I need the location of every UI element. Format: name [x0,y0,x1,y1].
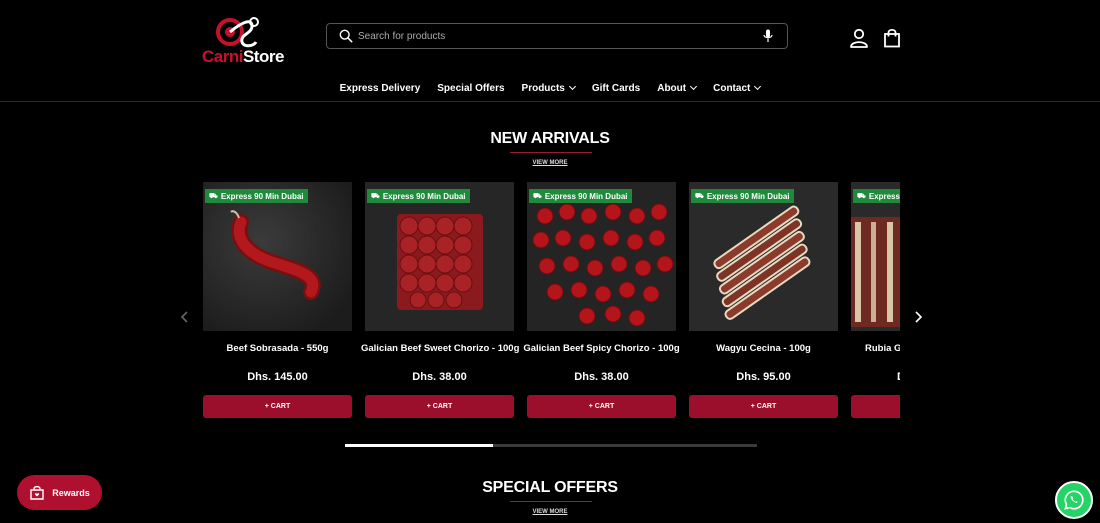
add-to-cart-button[interactable] [851,395,900,418]
carousel-prev-arrow-icon[interactable] [180,310,190,324]
search-icon[interactable] [339,29,353,43]
main-nav: Express Delivery Special Offers Products… [0,80,1100,96]
nav-label: Products [521,82,565,94]
shopping-bag-icon[interactable] [883,28,901,48]
site-header: CarniStore Express Delivery Special Offe… [0,0,1100,102]
product-name[interactable]: Beef Sobrasada - 550g [203,343,356,354]
badge-label: Express 90 Min Dubai [220,191,304,201]
nav-label: Special Offers [437,82,505,94]
store-logo[interactable]: CarniStore [202,12,284,68]
nav-label: Gift Cards [591,82,641,94]
sausage-image [203,182,352,331]
express-badge: ⛟Express 90 Min Dubai [367,189,470,203]
product-card[interactable]: ⛟ Express 90 Min Dubai Wagyu Cecina - 100… [689,182,838,422]
product-name[interactable]: Galician Beef Spicy Chorizo - 100g [523,343,680,354]
rewards-label: Rewards [52,487,90,498]
truck-icon: ⛟ [857,192,866,200]
chevron-down-icon [568,82,576,91]
rubia-image [851,182,900,331]
badge-label: Express 90 Min Dubai [868,191,900,201]
nav-express-delivery[interactable]: Express Delivery [340,80,421,96]
product-image-wagyu-cecina[interactable]: ⛟ Express 90 Min Dubai [689,182,838,331]
product-card[interactable]: ⛟Express 90 Min Dubai Rubia Ga D [851,182,900,422]
product-price: Dhs. 38.00 [574,371,629,383]
nav-contact[interactable]: Contact [713,80,762,96]
nav-gift-cards[interactable]: Gift Cards [592,80,640,96]
carousel-progress-bar[interactable] [345,444,757,447]
add-to-cart-button[interactable]: + CART [365,395,514,418]
express-badge: ⛟Express 90 Min Dubai [853,189,900,203]
badge-label: Express 90 Min Dubai [544,191,628,201]
title-underline [510,501,592,502]
nav-products[interactable]: Products [521,80,576,96]
badge-label: Express 90 Min Dubai [706,191,790,201]
truck-icon: ⛟ [533,192,542,200]
chevron-down-icon [754,82,762,91]
spicy-chorizo-image [527,182,676,331]
truck-icon: ⛟ [695,192,704,200]
logo-mark-icon [216,17,259,48]
mic-icon[interactable] [763,29,773,43]
product-price: Dhs. 145.00 [247,371,308,383]
product-image-spicy-chorizo[interactable]: ⛟ Express 90 Min Dubai [527,182,676,331]
add-to-cart-button[interactable]: + CART [527,395,676,418]
carousel-next-arrow-icon[interactable] [913,310,923,324]
product-card[interactable]: ⛟ Express 90 Min Dubai Beef Sobrasada - 5… [203,182,352,422]
whatsapp-chat-button[interactable] [1055,481,1093,519]
account-icon[interactable] [849,28,869,48]
express-badge: ⛟Express 90 Min Dubai [691,189,794,203]
gift-bag-icon [30,485,44,500]
truck-icon: ⛟ [209,192,218,200]
chevron-down-icon [690,82,698,91]
cecina-image [689,182,838,331]
new-arrivals-view-more-link[interactable]: VIEW MORE [0,160,1100,166]
product-name[interactable]: Rubia Ga [851,343,900,354]
search-input[interactable] [358,27,748,45]
nav-label: About [657,82,687,94]
rewards-button[interactable]: Rewards [17,475,102,510]
new-arrivals-title: NEW ARRIVALS [490,130,610,147]
sliced-chorizo-image [365,182,514,331]
logo-text-carni: Carni [202,47,243,66]
special-offers-title: SPECIAL OFFERS [482,479,618,496]
product-card[interactable]: ⛟ Express 90 Min Dubai Galician Beef Swee… [361,182,519,422]
add-to-cart-button[interactable]: + CART [689,395,838,418]
nav-label: Contact [713,82,751,94]
product-image-sweet-chorizo[interactable]: ⛟ Express 90 Min Dubai [365,182,514,331]
nav-about[interactable]: About [657,80,698,96]
logo-text-store: Store [242,47,284,66]
search-bar [326,23,788,49]
product-card[interactable]: ⛟ Express 90 Min Dubai Galician Beef Spic… [523,182,680,422]
nav-special-offers[interactable]: Special Offers [437,80,504,96]
product-name[interactable]: Wagyu Cecina - 100g [685,343,842,354]
logo-text: CarniStore [202,47,284,67]
special-offers-view-more-link[interactable]: VIEW MORE [0,509,1100,515]
product-price: Dhs. 38.00 [412,371,467,383]
product-image-sobrasada[interactable]: ⛟ Express 90 Min Dubai [203,182,352,331]
product-image-rubia[interactable]: ⛟Express 90 Min Dubai [851,182,900,331]
whatsapp-icon [1064,490,1084,510]
carousel-progress-fill [345,444,494,447]
product-price: Dhs. 95.00 [736,371,791,383]
product-price: D [851,371,900,383]
product-carousel: ⛟ Express 90 Min Dubai Beef Sobrasada - 5… [203,182,900,422]
add-to-cart-button[interactable]: + CART [203,395,352,418]
nav-label: Express Delivery [339,82,421,94]
express-badge: ⛟Express 90 Min Dubai [529,189,632,203]
product-name[interactable]: Galician Beef Sweet Chorizo - 100g [361,343,519,354]
title-underline [510,152,592,153]
express-badge: ⛟Express 90 Min Dubai [205,189,308,203]
badge-label: Express 90 Min Dubai [382,191,466,201]
truck-icon: ⛟ [371,192,380,200]
